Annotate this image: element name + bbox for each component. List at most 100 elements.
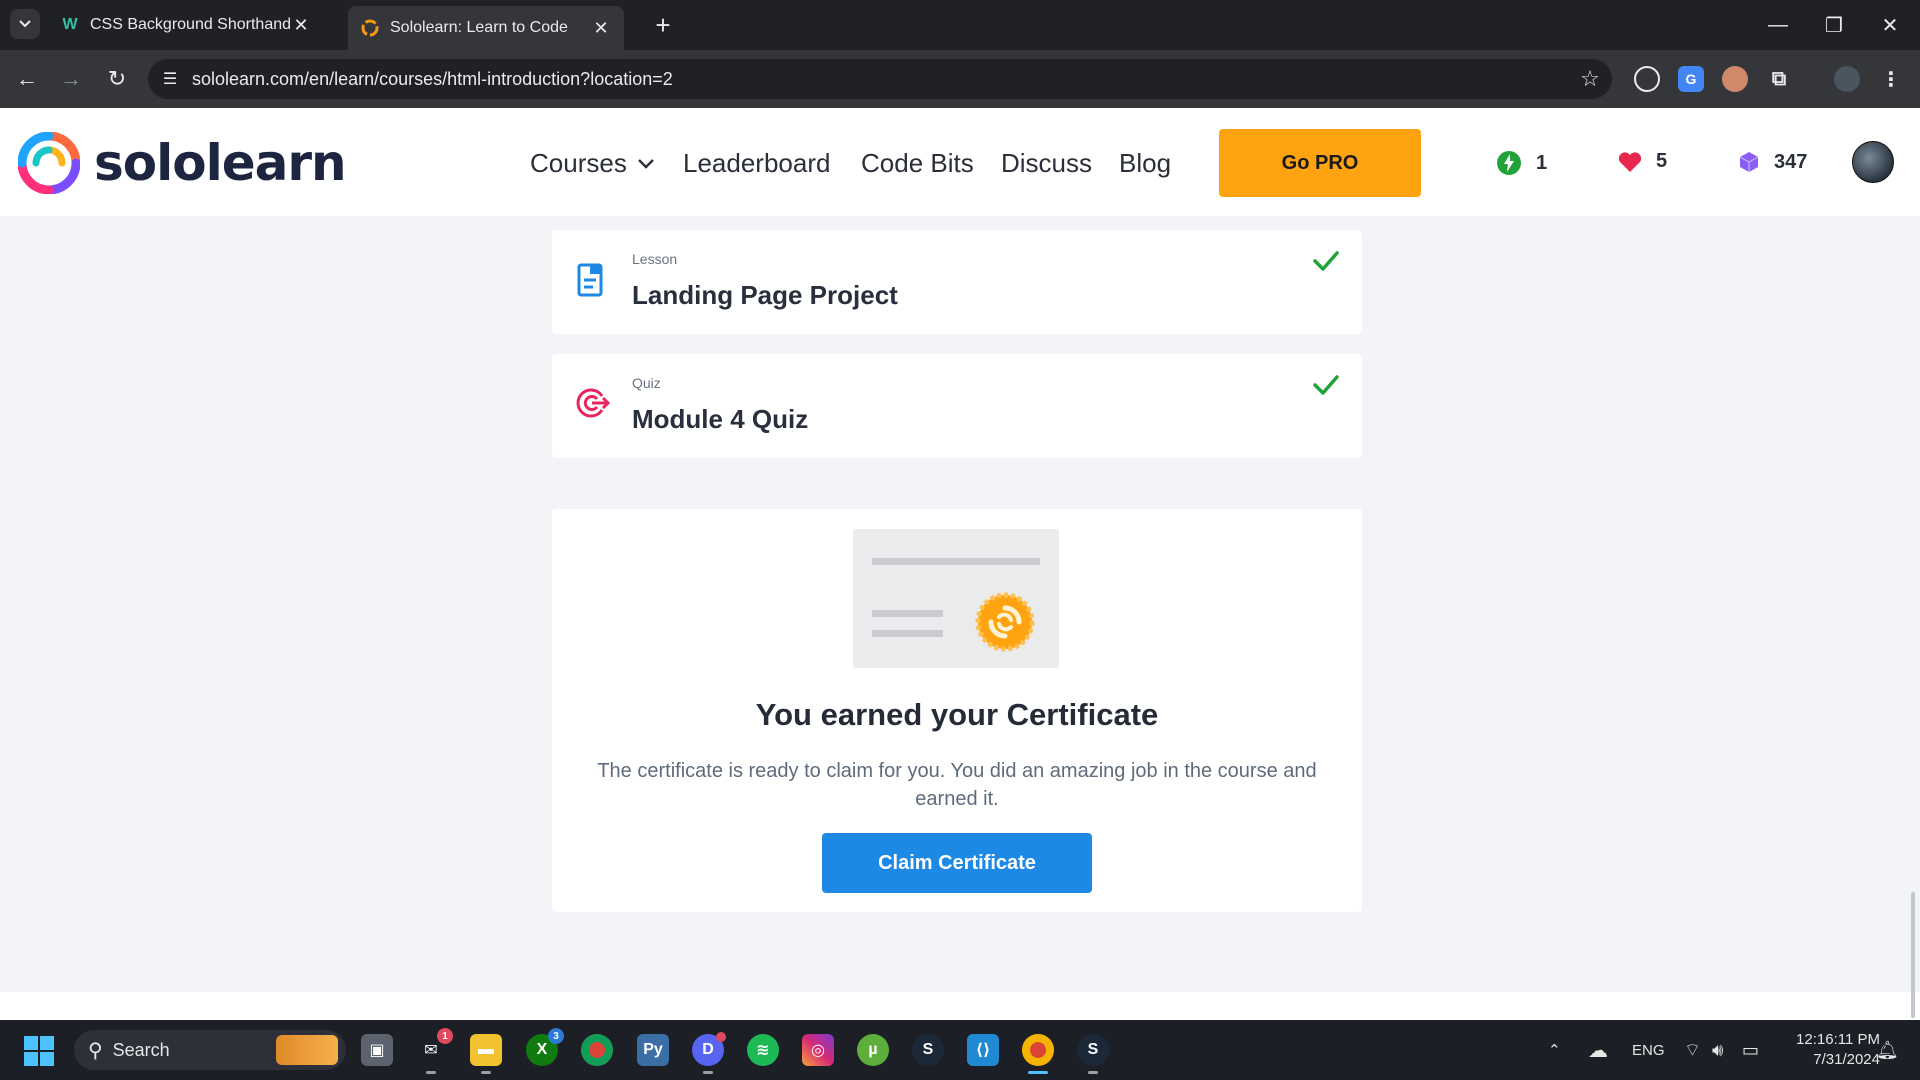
discord-icon[interactable]: D — [692, 1032, 726, 1074]
xbox-badge: 3 — [548, 1028, 564, 1044]
search-label: Search — [112, 1039, 170, 1060]
close-icon[interactable]: ✕ — [290, 14, 312, 36]
sololearn-logo[interactable]: sololearn — [18, 132, 347, 194]
claim-certificate-button[interactable]: Claim Certificate — [822, 833, 1092, 893]
utorrent-icon[interactable]: µ — [857, 1034, 889, 1066]
streak-value: 1 — [1536, 151, 1548, 174]
site-info-icon[interactable]: ☰ — [148, 69, 192, 89]
lightning-icon — [1496, 150, 1522, 176]
bits-counter[interactable]: 347 — [1738, 150, 1807, 174]
nav-discuss[interactable]: Discuss — [1001, 148, 1092, 179]
minimize-button[interactable]: — — [1750, 0, 1806, 50]
chrome-active-icon[interactable] — [1022, 1034, 1054, 1074]
profile-avatar[interactable] — [1834, 66, 1860, 92]
steam-second-icon[interactable]: S — [1077, 1034, 1109, 1074]
taskbar-search[interactable]: ⚲ Search — [74, 1030, 346, 1070]
reload-button[interactable]: ↻ — [102, 64, 132, 94]
logo-text: sololearn — [94, 134, 347, 192]
go-pro-button[interactable]: Go PRO — [1219, 129, 1421, 197]
bookmark-star-icon[interactable]: ☆ — [1568, 66, 1612, 92]
onedrive-icon[interactable]: ☁ — [1588, 1020, 1608, 1080]
clock-date: 7/31/2024 — [1813, 1051, 1880, 1068]
browser-toolbar: ← → ↻ ☰ sololearn.com/en/learn/courses/h… — [0, 50, 1920, 108]
tab-title: Sololearn: Learn to Code — [390, 19, 568, 36]
search-icon: ⚲ — [88, 1039, 103, 1062]
tab-search-button[interactable] — [10, 9, 40, 39]
mail-app-icon[interactable]: ✉ 1 — [415, 1028, 453, 1074]
back-button[interactable]: ← — [12, 64, 42, 94]
lesson-title: Landing Page Project — [632, 280, 898, 310]
sololearn-logo-icon — [18, 132, 80, 194]
document-icon — [576, 262, 606, 303]
address-bar[interactable]: ☰ sololearn.com/en/learn/courses/html-in… — [148, 59, 1612, 99]
streak-counter[interactable]: 1 — [1496, 150, 1547, 176]
lesson-type: Quiz — [632, 375, 661, 391]
mail-badge: 1 — [437, 1028, 453, 1044]
browser-tabstrip: W CSS Background Shorthand ✕ Sololearn: … — [0, 0, 1920, 50]
file-explorer-icon[interactable]: ▬ — [470, 1034, 502, 1074]
nav-courses-label: Courses — [530, 148, 627, 178]
spotify-icon[interactable]: ≋ — [747, 1034, 779, 1066]
xbox-icon[interactable]: X3 — [526, 1028, 564, 1066]
hearts-value: 5 — [1656, 150, 1668, 172]
nav-courses[interactable]: Courses — [530, 148, 655, 179]
translate-icon[interactable]: G — [1678, 66, 1704, 92]
taskbar-clock[interactable]: 12:16:11 PM 7/31/2024 — [1770, 1030, 1880, 1070]
page-footer-strip — [0, 992, 1920, 1020]
badge-seal-icon — [975, 592, 1035, 652]
hearts-counter[interactable]: 5 — [1618, 150, 1667, 173]
quiz-card[interactable]: Quiz Module 4 Quiz — [552, 354, 1362, 458]
new-tab-button[interactable]: + — [648, 10, 678, 40]
target-icon — [576, 386, 611, 425]
sololearn-favicon-icon — [360, 18, 380, 38]
lesson-card[interactable]: Lesson Landing Page Project — [552, 230, 1362, 334]
windows-start-icon[interactable] — [24, 1036, 54, 1066]
tab-css-background[interactable]: W CSS Background Shorthand ✕ — [48, 7, 324, 43]
w-favicon-icon: W — [62, 16, 78, 33]
user-avatar[interactable] — [1852, 141, 1894, 183]
chrome-icon[interactable] — [581, 1034, 613, 1066]
chevron-down-icon — [19, 20, 31, 28]
lesson-type: Lesson — [632, 251, 678, 267]
search-highlight-icon — [276, 1035, 338, 1065]
instagram-icon[interactable]: ◎ — [802, 1034, 834, 1066]
nav-blog[interactable]: Blog — [1119, 148, 1171, 179]
task-view-icon[interactable]: ▣ — [361, 1034, 393, 1066]
volume-icon[interactable]: 🔊︎ — [1712, 1020, 1723, 1080]
puzzle-icon[interactable]: ⧉ — [1766, 66, 1792, 92]
scrollbar-thumb[interactable] — [1911, 892, 1915, 1018]
tab-sololearn[interactable]: Sololearn: Learn to Code ✕ — [348, 6, 624, 50]
restore-button[interactable]: ❐ — [1806, 0, 1862, 50]
checkmark-icon — [1312, 250, 1340, 277]
url-text[interactable]: sololearn.com/en/learn/courses/html-intr… — [192, 69, 1568, 90]
battery-icon[interactable]: ▭ — [1742, 1020, 1759, 1080]
close-icon[interactable]: ✕ — [590, 17, 612, 39]
nav-code-bits[interactable]: Code Bits — [861, 148, 974, 179]
taskbar: ⚲ Search ▣ ✉ 1 ▬ X3 Py D ≋ ◎ µ S ⟨⟩ S ⌃ ☁… — [0, 1020, 1920, 1080]
vscode-icon[interactable]: ⟨⟩ — [967, 1034, 999, 1066]
checkmark-icon — [1312, 374, 1340, 401]
notification-bell-icon[interactable]: 🔔︎ — [1876, 1020, 1899, 1080]
extension-face-icon[interactable] — [1722, 66, 1748, 92]
bits-value: 347 — [1774, 150, 1808, 173]
forward-button[interactable]: → — [56, 64, 86, 94]
extension-icon[interactable] — [1634, 66, 1660, 92]
menu-dots-icon[interactable]: ⋮ — [1878, 66, 1904, 92]
python-app-icon[interactable]: Py — [637, 1034, 669, 1066]
language-indicator[interactable]: ENG — [1632, 1020, 1665, 1080]
lesson-title: Module 4 Quiz — [632, 404, 809, 434]
certificate-illustration — [853, 529, 1059, 668]
clock-time: 12:16:11 PM — [1796, 1031, 1880, 1048]
steam-icon[interactable]: S — [912, 1034, 944, 1066]
chevron-down-icon — [637, 158, 654, 169]
certificate-card: You earned your Certificate The certific… — [552, 509, 1362, 912]
certificate-title: You earned your Certificate — [755, 697, 1159, 732]
cube-icon — [1738, 150, 1760, 174]
wifi-icon[interactable]: ⌔ — [1684, 1020, 1701, 1080]
nav-leaderboard[interactable]: Leaderboard — [683, 148, 830, 179]
site-header: sololearn Courses Leaderboard Code Bits … — [0, 108, 1920, 216]
certificate-description: The certificate is ready to claim for yo… — [597, 760, 1317, 810]
tab-title: CSS Background Shorthand — [90, 16, 290, 33]
window-close-button[interactable]: ✕ — [1862, 0, 1918, 50]
tray-chevron-icon[interactable]: ⌃ — [1548, 1020, 1561, 1080]
